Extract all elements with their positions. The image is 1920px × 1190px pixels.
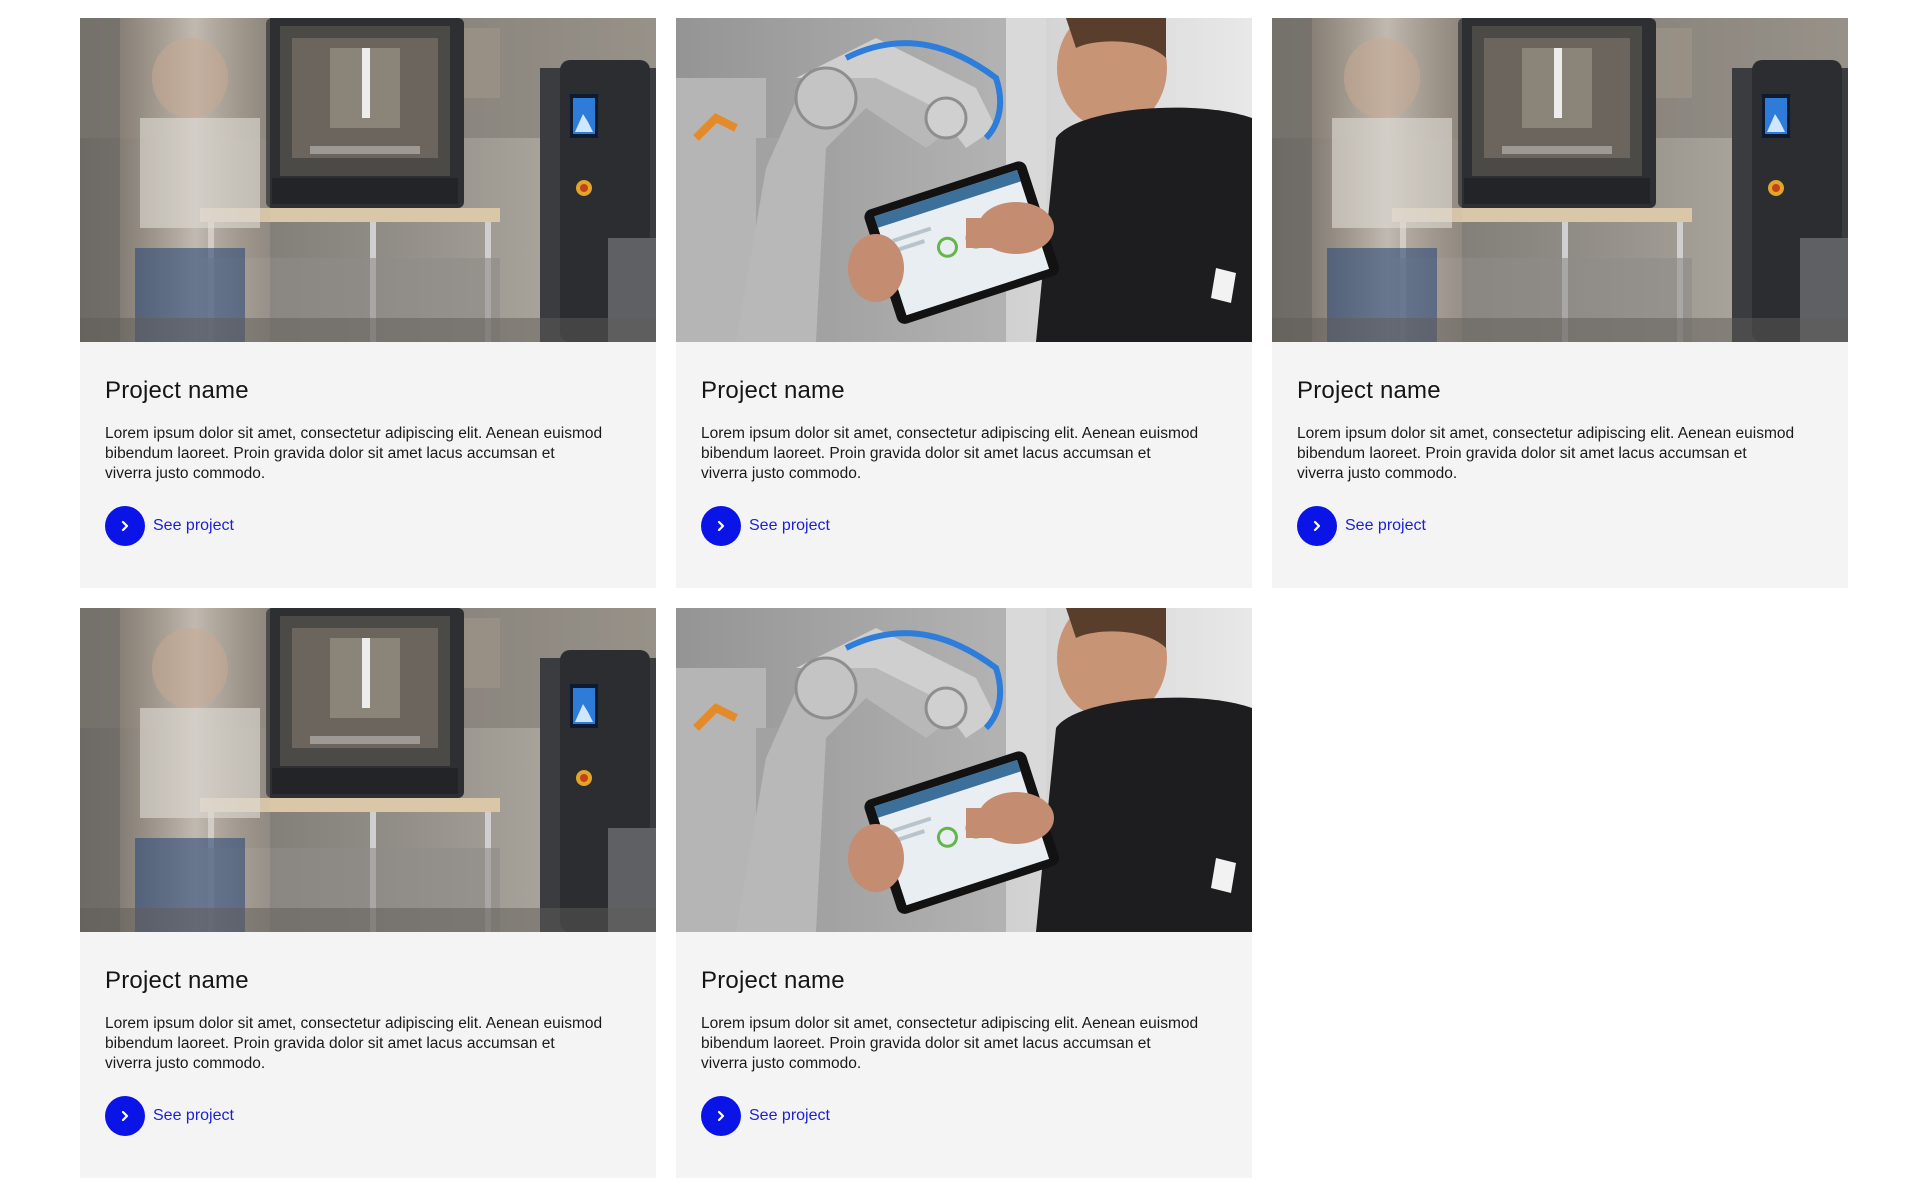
see-project-label[interactable]: See project — [749, 517, 830, 535]
project-title: Project name — [105, 967, 249, 994]
card-body: Project name Lorem ipsum dolor sit amet,… — [676, 932, 1252, 1136]
see-project-link[interactable]: See project — [105, 506, 234, 546]
chevron-right-icon[interactable] — [1297, 506, 1337, 546]
chevron-right-icon[interactable] — [105, 506, 145, 546]
see-project-link[interactable]: See project — [1297, 506, 1426, 546]
project-title: Project name — [701, 377, 845, 404]
project-description: Lorem ipsum dolor sit amet, consectetur … — [105, 1015, 603, 1072]
see-project-label[interactable]: See project — [749, 1107, 830, 1125]
project-description: Lorem ipsum dolor sit amet, consectetur … — [701, 425, 1199, 482]
see-project-label[interactable]: See project — [153, 1107, 234, 1125]
project-card: Project name Lorem ipsum dolor sit amet,… — [80, 18, 656, 588]
project-title: Project name — [105, 377, 249, 404]
see-project-link[interactable]: See project — [105, 1096, 234, 1136]
see-project-label[interactable]: See project — [153, 517, 234, 535]
project-card: Project name Lorem ipsum dolor sit amet,… — [676, 608, 1252, 1178]
card-body: Project name Lorem ipsum dolor sit amet,… — [676, 342, 1252, 546]
chevron-right-icon[interactable] — [701, 1096, 741, 1136]
project-title: Project name — [1297, 377, 1441, 404]
project-image-robot-arm[interactable] — [676, 608, 1252, 932]
project-image-robot-arm[interactable] — [676, 18, 1252, 342]
card-body: Project name Lorem ipsum dolor sit amet,… — [80, 342, 656, 546]
chevron-right-icon[interactable] — [105, 1096, 145, 1136]
chevron-right-icon[interactable] — [701, 506, 741, 546]
card-body: Project name Lorem ipsum dolor sit amet,… — [80, 932, 656, 1136]
project-image-3d-printer[interactable] — [80, 608, 656, 932]
project-card: Project name Lorem ipsum dolor sit amet,… — [80, 608, 656, 1178]
see-project-label[interactable]: See project — [1345, 517, 1426, 535]
project-image-3d-printer[interactable] — [1272, 18, 1848, 342]
project-description: Lorem ipsum dolor sit amet, consectetur … — [105, 425, 603, 482]
project-card: Project name Lorem ipsum dolor sit amet,… — [676, 18, 1252, 588]
project-grid: Project name Lorem ipsum dolor sit amet,… — [80, 18, 1850, 1178]
see-project-link[interactable]: See project — [701, 506, 830, 546]
project-description: Lorem ipsum dolor sit amet, consectetur … — [701, 1015, 1199, 1072]
project-card: Project name Lorem ipsum dolor sit amet,… — [1272, 18, 1848, 588]
project-title: Project name — [701, 967, 845, 994]
see-project-link[interactable]: See project — [701, 1096, 830, 1136]
project-description: Lorem ipsum dolor sit amet, consectetur … — [1297, 425, 1795, 482]
project-image-3d-printer[interactable] — [80, 18, 656, 342]
card-body: Project name Lorem ipsum dolor sit amet,… — [1272, 342, 1848, 546]
